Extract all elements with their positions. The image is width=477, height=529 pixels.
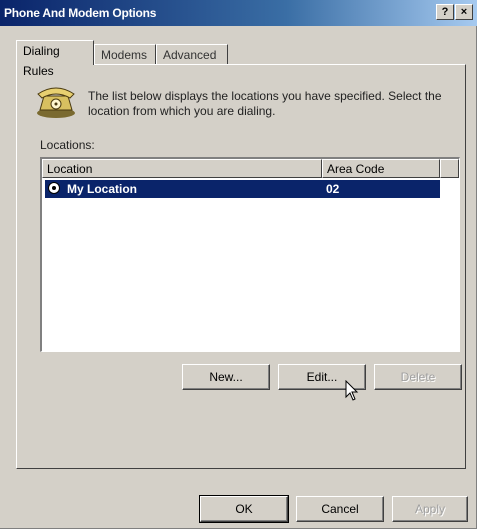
apply-button[interactable]: Apply <box>392 496 468 522</box>
area-code-value: 02 <box>326 182 340 196</box>
window-title: Phone And Modem Options <box>4 6 157 20</box>
locations-label: Locations: <box>40 138 95 152</box>
tab-modems[interactable]: Modems <box>94 44 156 64</box>
title-bar[interactable]: Phone And Modem Options ? × <box>0 0 477 26</box>
tab-advanced[interactable]: Advanced <box>156 44 228 64</box>
close-button[interactable]: × <box>455 4 473 20</box>
tab-dialing-rules[interactable]: Dialing Rules <box>16 40 94 78</box>
cancel-button[interactable]: Cancel <box>296 496 384 522</box>
delete-button[interactable]: Delete <box>374 364 462 390</box>
column-header-location[interactable]: Location <box>42 159 322 178</box>
list-item[interactable]: My Location 02 <box>45 180 440 198</box>
mouse-cursor-icon <box>345 380 359 401</box>
globe-icon <box>48 182 60 194</box>
help-button[interactable]: ? <box>436 4 454 20</box>
column-header-area-code[interactable]: Area Code <box>322 159 440 178</box>
ok-button[interactable]: OK <box>199 495 289 523</box>
description-text: The list below displays the locations yo… <box>88 89 442 118</box>
column-header-empty <box>440 159 459 178</box>
telephone-icon <box>37 87 75 118</box>
location-name: My Location <box>67 182 138 196</box>
new-button[interactable]: New... <box>182 364 270 390</box>
locations-list[interactable]: Location Area Code My Location 02 <box>40 157 460 352</box>
list-header: Location Area Code <box>42 159 459 178</box>
phone-and-modem-options-dialog: Phone And Modem Options ? × Dialing Rule… <box>0 0 477 529</box>
